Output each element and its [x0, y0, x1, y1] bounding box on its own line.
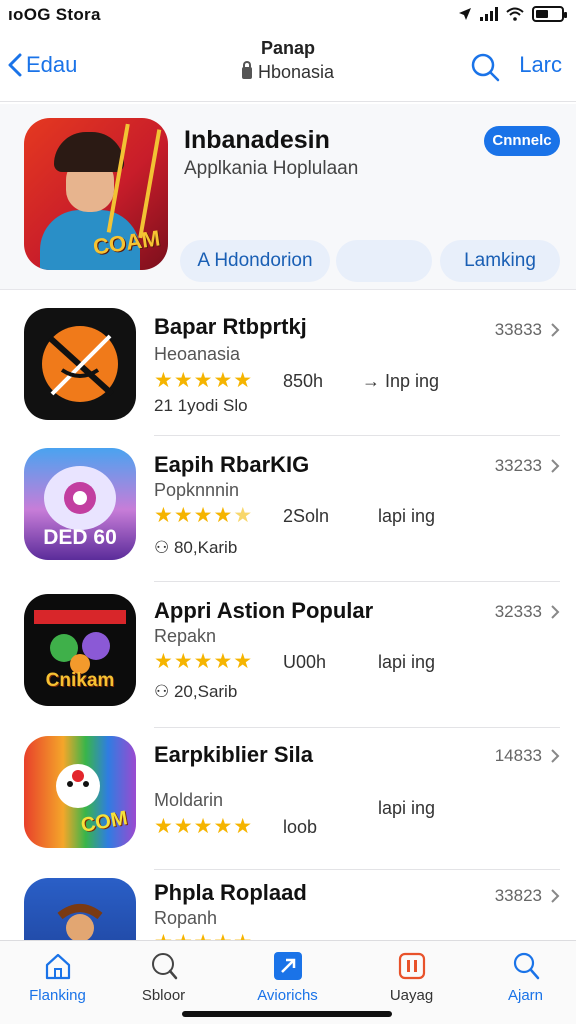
location-icon — [459, 8, 471, 20]
tab-label: Ajarn — [507, 987, 544, 1004]
app-action: lapi ing — [378, 506, 436, 526]
chip-filter-2[interactable] — [336, 240, 432, 282]
app-icon[interactable]: Cnikam — [24, 594, 136, 706]
tab-uayag[interactable]: Uayag — [354, 947, 469, 1004]
app-size: 2Soln — [283, 506, 330, 526]
app-score: 14833 — [494, 746, 542, 765]
app-category: Repakn — [154, 626, 217, 646]
home-indicator[interactable] — [182, 1011, 392, 1017]
chip-filter-1[interactable]: A Hdondorion — [180, 240, 330, 282]
app-name: Earpkiblier Sila — [154, 742, 313, 767]
app-icon[interactable]: DED 60 — [24, 448, 136, 560]
app-category: Popknnnin — [154, 480, 240, 500]
app-size: loob — [283, 817, 318, 837]
tab-label: Uayag — [389, 987, 434, 1004]
app-downloads: 21 1yodi Slo — [154, 396, 248, 415]
featured-title: Inbanadesin — [184, 126, 330, 154]
knife-fork-icon — [42, 326, 118, 402]
list-item[interactable]: DED 60 Eapih RbarKIG Popknnnin ★★★★★ 2So… — [0, 436, 576, 582]
app-icon-text: Cnikam — [45, 670, 115, 691]
app-icon-text: DED 60 — [43, 526, 117, 549]
featured-app-card[interactable]: COAM Inbanadesin Applkania Hoplulaan Cnn… — [0, 104, 576, 290]
rating-stars: ★★★★★ — [154, 504, 254, 527]
app-category: Heoanasia — [154, 344, 241, 364]
app-icon[interactable] — [24, 878, 136, 940]
chevron-right-icon[interactable] — [550, 322, 560, 338]
status-bar: ıoOG Stora — [0, 0, 576, 30]
list-item[interactable]: COM Earpkiblier Sila Moldarin ★★★★★ loob… — [0, 724, 576, 870]
tab-ajarn[interactable]: Ajarn — [468, 947, 576, 1004]
featured-subtitle: Applkania Hoplulaan — [184, 158, 359, 179]
navigation-bar: Edau Panap Hbonasia Larc — [0, 30, 576, 102]
app-score: 32333 — [494, 602, 542, 621]
people-icon: ⚇ — [154, 682, 174, 701]
app-action: lapi ing — [378, 652, 436, 672]
rating-stars: ★★★★★ — [154, 650, 254, 673]
chevron-right-icon[interactable] — [550, 888, 560, 904]
tab-sbloor[interactable]: Sbloor — [106, 947, 221, 1004]
tab-label: Flanking — [29, 987, 86, 1004]
tab-flanking[interactable]: Flanking — [0, 947, 115, 1004]
app-name: Phpla Roplaad — [154, 880, 307, 905]
chevron-right-icon[interactable] — [550, 458, 560, 474]
wifi-icon — [506, 7, 524, 21]
search-button[interactable] — [470, 52, 500, 87]
list-item[interactable]: Phpla Roplaad Ropanh ★★★★★ 33823 — [0, 868, 576, 940]
app-downloads: ⚇ 80,Karib — [154, 538, 238, 557]
apps-icon — [273, 952, 302, 980]
app-score: 33233 — [494, 456, 542, 475]
download-icon — [398, 952, 425, 980]
rating-stars: ★★★★★ — [154, 815, 254, 838]
app-icon[interactable]: COM — [24, 736, 136, 848]
signal-icon — [480, 7, 498, 21]
chevron-right-icon[interactable] — [550, 748, 560, 764]
page-subtitle-text: Hbonasia — [257, 62, 335, 82]
search-icon — [471, 53, 500, 82]
tab-label: Sbloor — [141, 987, 186, 1004]
people-icon: ⚇ — [154, 538, 174, 557]
search-icon — [513, 952, 539, 980]
carrier-label: ıoOG Stora — [8, 5, 101, 24]
app-score: 33833 — [494, 320, 542, 339]
featured-get-button[interactable]: Cnnnelc — [484, 126, 560, 156]
app-action: lapi ing — [378, 798, 436, 818]
app-score: 33823 — [494, 886, 542, 905]
chip-filter-3[interactable]: Lamking — [440, 240, 560, 282]
app-action: → Inp ing — [362, 371, 440, 391]
list-item[interactable]: Cnikam Appri Astion Popular Repakn ★★★★★… — [0, 582, 576, 728]
app-category: Ropanh — [154, 908, 218, 928]
rating-stars: ★★★★★ — [154, 930, 253, 940]
app-name: Eapih RbarKIG — [154, 452, 310, 477]
featured-app-icon[interactable]: COAM — [24, 118, 168, 270]
globe-icon — [151, 953, 177, 980]
arrow-icon: → — [362, 371, 386, 391]
app-size: U00h — [283, 652, 327, 672]
list-item[interactable]: Bapar Rtbprtkj Heoanasia ★★★★★ 850h → In… — [0, 290, 576, 436]
character-icon — [57, 904, 103, 940]
app-size: 850h — [283, 371, 324, 391]
app-downloads: ⚇ 20,Sarib — [154, 682, 238, 701]
tab-aviorichs[interactable]: Aviorichs — [230, 947, 345, 1004]
lock-icon — [241, 61, 252, 79]
app-name: Bapar Rtbprtkj — [154, 314, 307, 339]
app-name: Appri Astion Popular — [154, 598, 374, 623]
home-icon — [45, 953, 70, 980]
tab-label: Aviorichs — [257, 987, 318, 1004]
app-icon[interactable] — [24, 308, 136, 420]
nav-right-button[interactable]: Larc — [519, 52, 562, 78]
battery-icon — [532, 6, 567, 22]
chevron-right-icon[interactable] — [550, 604, 560, 620]
rating-stars: ★★★★★ — [154, 369, 254, 392]
app-category: Moldarin — [154, 790, 224, 810]
